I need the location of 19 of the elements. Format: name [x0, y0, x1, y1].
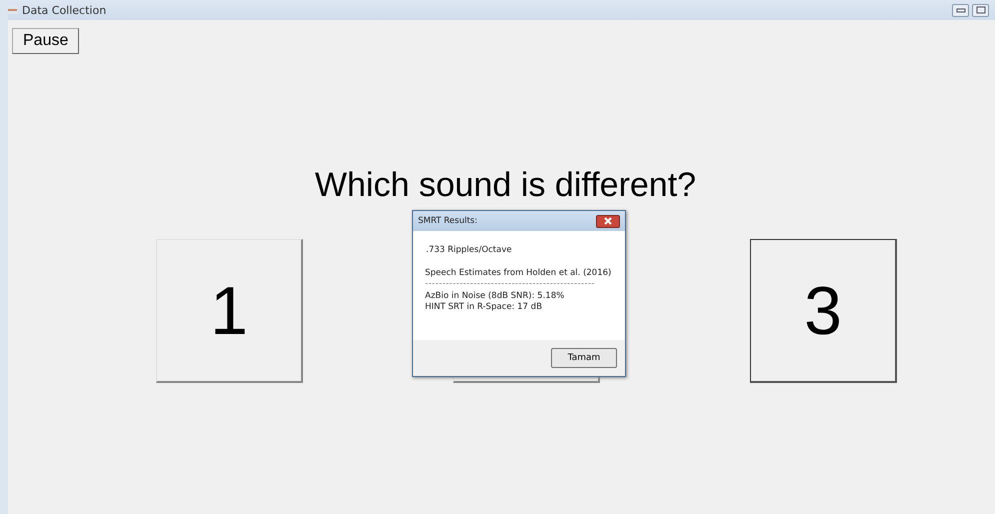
close-button[interactable]: [596, 214, 620, 228]
app-icon: [8, 6, 18, 14]
minimize-icon: [956, 7, 966, 13]
maximize-button[interactable]: [972, 4, 989, 16]
result-text: -------------------------------------------------: [425, 280, 596, 289]
minimize-button[interactable]: [952, 4, 969, 16]
result-text: HINT SRT in R-Space: 17 dB: [425, 302, 544, 313]
pause-button[interactable]: Pause: [12, 28, 80, 54]
question-text: Which sound is different?: [314, 166, 698, 204]
choice-button[interactable]: 3: [750, 239, 897, 383]
close-icon: [604, 217, 612, 225]
maximize-icon: [976, 6, 986, 14]
result-text: .733 Ripples/Octave: [426, 245, 513, 256]
dialog-title: SMRT Results:: [418, 216, 478, 226]
result-text: AzBio in Noise (8dB SNR): 5.18%: [425, 291, 566, 302]
ok-button[interactable]: Tamam: [551, 348, 617, 368]
result-text: Speech Estimates from Holden et al. (2016): [425, 268, 612, 279]
choice-button[interactable]: 1: [156, 239, 303, 383]
window-title: Data Collection: [22, 4, 106, 16]
